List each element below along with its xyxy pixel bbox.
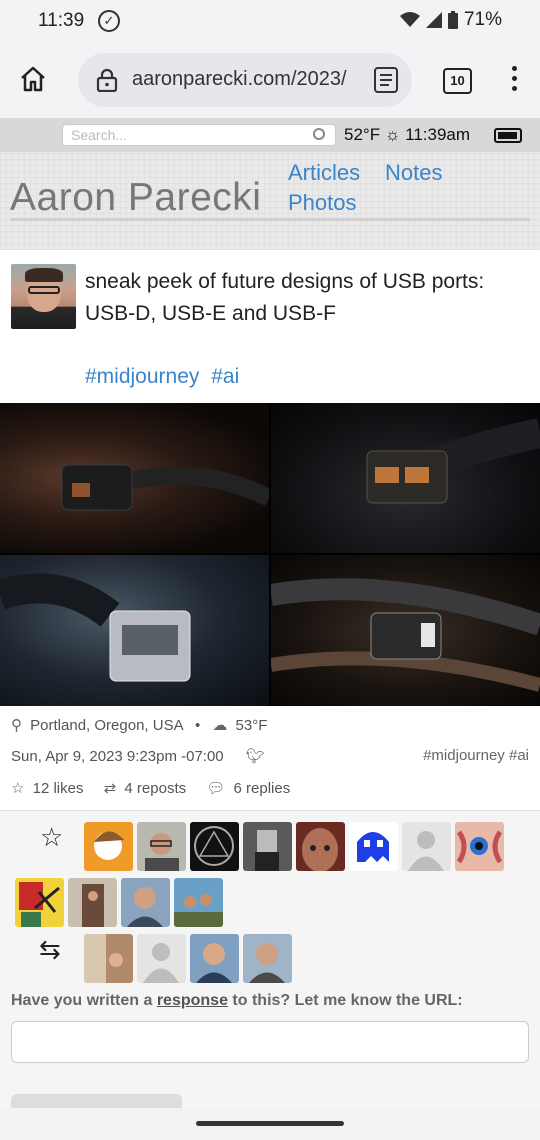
home-gesture-handle[interactable] [196, 1121, 344, 1126]
liker-avatar[interactable] [190, 822, 239, 871]
repost-icon: ⇄ [103, 780, 117, 797]
tab-switcher-button[interactable]: 10 [443, 68, 472, 94]
liker-avatar[interactable] [137, 822, 186, 871]
reposts-icon: ⇆ [39, 934, 61, 964]
response-link[interactable]: response [157, 992, 228, 1009]
menu-icon[interactable] [512, 66, 518, 96]
post-location-row: ⚲ Portland, Oregon, USA • ☁ 53°F [11, 717, 268, 734]
post-tags: #midjourney #ai [85, 365, 245, 389]
site-top-strip: Search... 52°F ☼ 11:39am [0, 118, 540, 152]
site-temp: 52°F [344, 125, 381, 144]
response-url-input[interactable] [11, 1021, 529, 1063]
tag-link[interactable]: #ai [211, 365, 239, 388]
liker-avatar[interactable] [349, 822, 398, 871]
liker-avatar[interactable] [455, 822, 504, 871]
liker-avatar[interactable] [296, 822, 345, 871]
battery-status-icon [447, 11, 458, 29]
post-date[interactable]: Sun, Apr 9, 2023 9:23pm -07:00 [11, 748, 224, 765]
site-header: Search... 52°F ☼ 11:39am Aaron Parecki A… [0, 118, 540, 250]
liker-avatar[interactable] [402, 822, 451, 871]
reposter-avatar[interactable] [243, 934, 292, 983]
nav-articles[interactable]: Articles [288, 160, 360, 186]
star-icon: ☆ [11, 780, 25, 797]
reposter-avatar[interactable] [190, 934, 239, 983]
browser-toolbar: aaronparecki.com/2023/ 10 [0, 44, 540, 118]
nav-notes[interactable]: Notes [385, 160, 442, 186]
battery-icon [494, 128, 522, 143]
post-location[interactable]: Portland, Oregon, USA [30, 717, 183, 734]
system-indicators: 71% [399, 9, 502, 31]
home-icon[interactable] [18, 64, 48, 94]
reply-icon: 💬︎ [206, 780, 226, 797]
photo-grid [0, 403, 540, 706]
reposter-avatar[interactable] [137, 934, 186, 983]
liker-avatar[interactable] [84, 822, 133, 871]
reader-mode-icon[interactable] [374, 67, 398, 93]
liker-avatar[interactable] [68, 878, 117, 927]
header-divider [10, 218, 530, 221]
nav-photos[interactable]: Photos [288, 190, 357, 216]
address-bar[interactable]: aaronparecki.com/2023/ [78, 53, 412, 107]
liker-avatar[interactable] [243, 822, 292, 871]
lock-icon [96, 68, 118, 92]
battery-percent: 71% [463, 9, 502, 30]
post-content: sneak peek of future designs of USB port… [85, 270, 485, 325]
status-time: 11:39 [38, 10, 85, 31]
gesture-bar [0, 1108, 540, 1140]
usb-photo-2[interactable] [271, 403, 540, 553]
search-placeholder: Search... [71, 127, 128, 143]
liker-avatar[interactable] [15, 878, 64, 927]
usb-photo-1[interactable] [0, 403, 269, 553]
site-name[interactable]: Aaron Parecki [10, 176, 261, 220]
reposter-avatar[interactable] [84, 934, 133, 983]
wifi-icon [399, 12, 420, 27]
site-search-input[interactable]: Search... [62, 124, 336, 146]
replies-count[interactable]: 6 replies [234, 780, 291, 797]
likes-star-icon: ☆ [40, 822, 64, 852]
usb-photo-3[interactable] [0, 555, 269, 706]
signal-icon [425, 12, 442, 28]
response-prompt: Have you written a response to this? Let… [11, 992, 463, 1009]
check-circle-icon: ✓ [98, 10, 120, 32]
android-status-bar: 11:39 ✓ 71% [0, 0, 540, 44]
usb-photo-4[interactable] [271, 555, 540, 706]
author-avatar[interactable] [11, 264, 76, 329]
post-temp: 53°F [235, 717, 268, 734]
post-date-row: Sun, Apr 9, 2023 9:23pm -07:00 🐦︎ #midjo… [11, 747, 529, 765]
post-responses-summary: ☆ 12 likes ⇄ 4 reposts 💬︎ 6 replies [11, 779, 290, 797]
tag-link[interactable]: #midjourney [85, 365, 199, 388]
liker-avatar[interactable] [121, 878, 170, 927]
cloud-icon: ☁ [212, 717, 228, 734]
search-icon[interactable] [313, 128, 325, 140]
likes-count[interactable]: 12 likes [33, 780, 84, 797]
sun-icon: ☼ [384, 125, 406, 144]
twitter-icon[interactable]: 🐦︎ [246, 747, 265, 765]
liker-avatar[interactable] [174, 878, 223, 927]
site-clock: 11:39am [405, 125, 471, 144]
url-text: aaronparecki.com/2023/ [132, 68, 347, 90]
post-meta-tags[interactable]: #midjourney #ai [423, 747, 529, 764]
reposts-count[interactable]: 4 reposts [124, 780, 186, 797]
location-icon: ⚲ [11, 717, 22, 734]
site-weather: 52°F ☼ 11:39am [344, 125, 470, 145]
